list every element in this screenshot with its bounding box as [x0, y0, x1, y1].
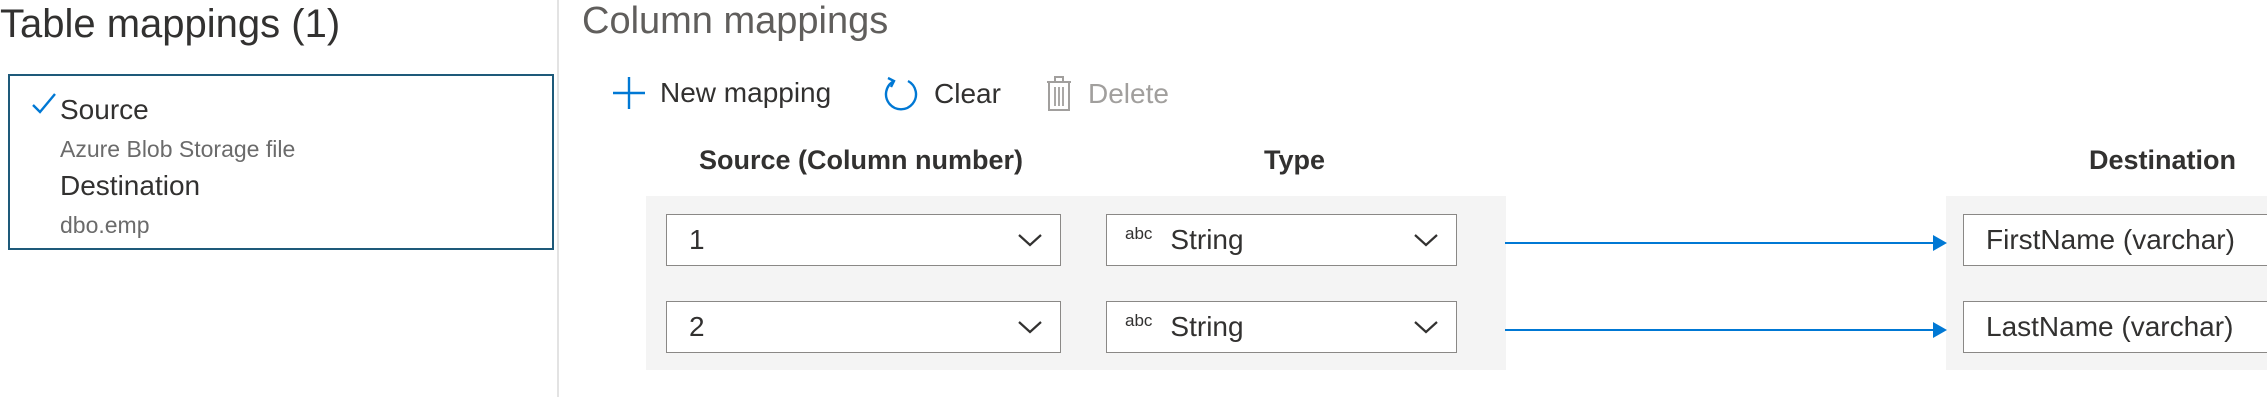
- destination-column-value: FirstName (varchar): [1986, 224, 2235, 255]
- column-mappings-title: Column mappings: [582, 0, 889, 42]
- table-mapping-card[interactable]: Source Azure Blob Storage file Destinati…: [8, 74, 554, 250]
- trash-icon: [1047, 76, 1071, 111]
- type-select[interactable]: abc String: [1106, 214, 1457, 266]
- chevron-down-icon: [1000, 319, 1060, 335]
- pane-divider: [557, 0, 559, 397]
- new-mapping-button[interactable]: New mapping: [612, 76, 831, 110]
- plus-icon: [613, 77, 645, 109]
- source-column-select[interactable]: 1: [666, 214, 1061, 266]
- chevron-down-icon: [1396, 232, 1456, 248]
- mapping-arrow-icon: [1505, 235, 1947, 251]
- chevron-down-icon: [1000, 232, 1060, 248]
- destination-column-value: LastName (varchar): [1986, 311, 2234, 342]
- source-column-select[interactable]: 2: [666, 301, 1061, 353]
- destination-column-select[interactable]: FirstName (varchar): [1963, 214, 2267, 266]
- type-value: String: [1170, 224, 1244, 255]
- chevron-down-icon: [1396, 319, 1456, 335]
- header-source: Source (Column number): [699, 145, 1024, 175]
- header-type: Type: [1264, 145, 1326, 175]
- table-mappings-title: Table mappings (1): [0, 2, 341, 46]
- source-value: Azure Blob Storage file: [60, 136, 296, 162]
- abc-type-icon: abc: [1125, 311, 1153, 330]
- source-column-value: 2: [689, 311, 705, 342]
- new-mapping-label: New mapping: [660, 77, 832, 108]
- abc-type-icon: abc: [1125, 224, 1153, 243]
- clear-label: Clear: [934, 78, 1001, 109]
- source-column-value: 1: [689, 224, 705, 255]
- source-label: Source: [60, 94, 149, 125]
- type-select[interactable]: abc String: [1106, 301, 1457, 353]
- header-destination: Destination: [2089, 145, 2237, 175]
- mapping-arrow-icon: [1505, 322, 1947, 338]
- checkmark-icon[interactable]: [30, 90, 58, 118]
- refresh-icon: [884, 76, 918, 111]
- destination-column-select[interactable]: LastName (varchar): [1963, 301, 2267, 353]
- destination-label: Destination: [60, 170, 201, 201]
- delete-button[interactable]: Delete: [1044, 76, 1169, 112]
- destination-value: dbo.emp: [60, 212, 150, 238]
- clear-button[interactable]: Clear: [882, 75, 1001, 113]
- delete-label: Delete: [1088, 78, 1169, 109]
- type-value: String: [1170, 311, 1244, 342]
